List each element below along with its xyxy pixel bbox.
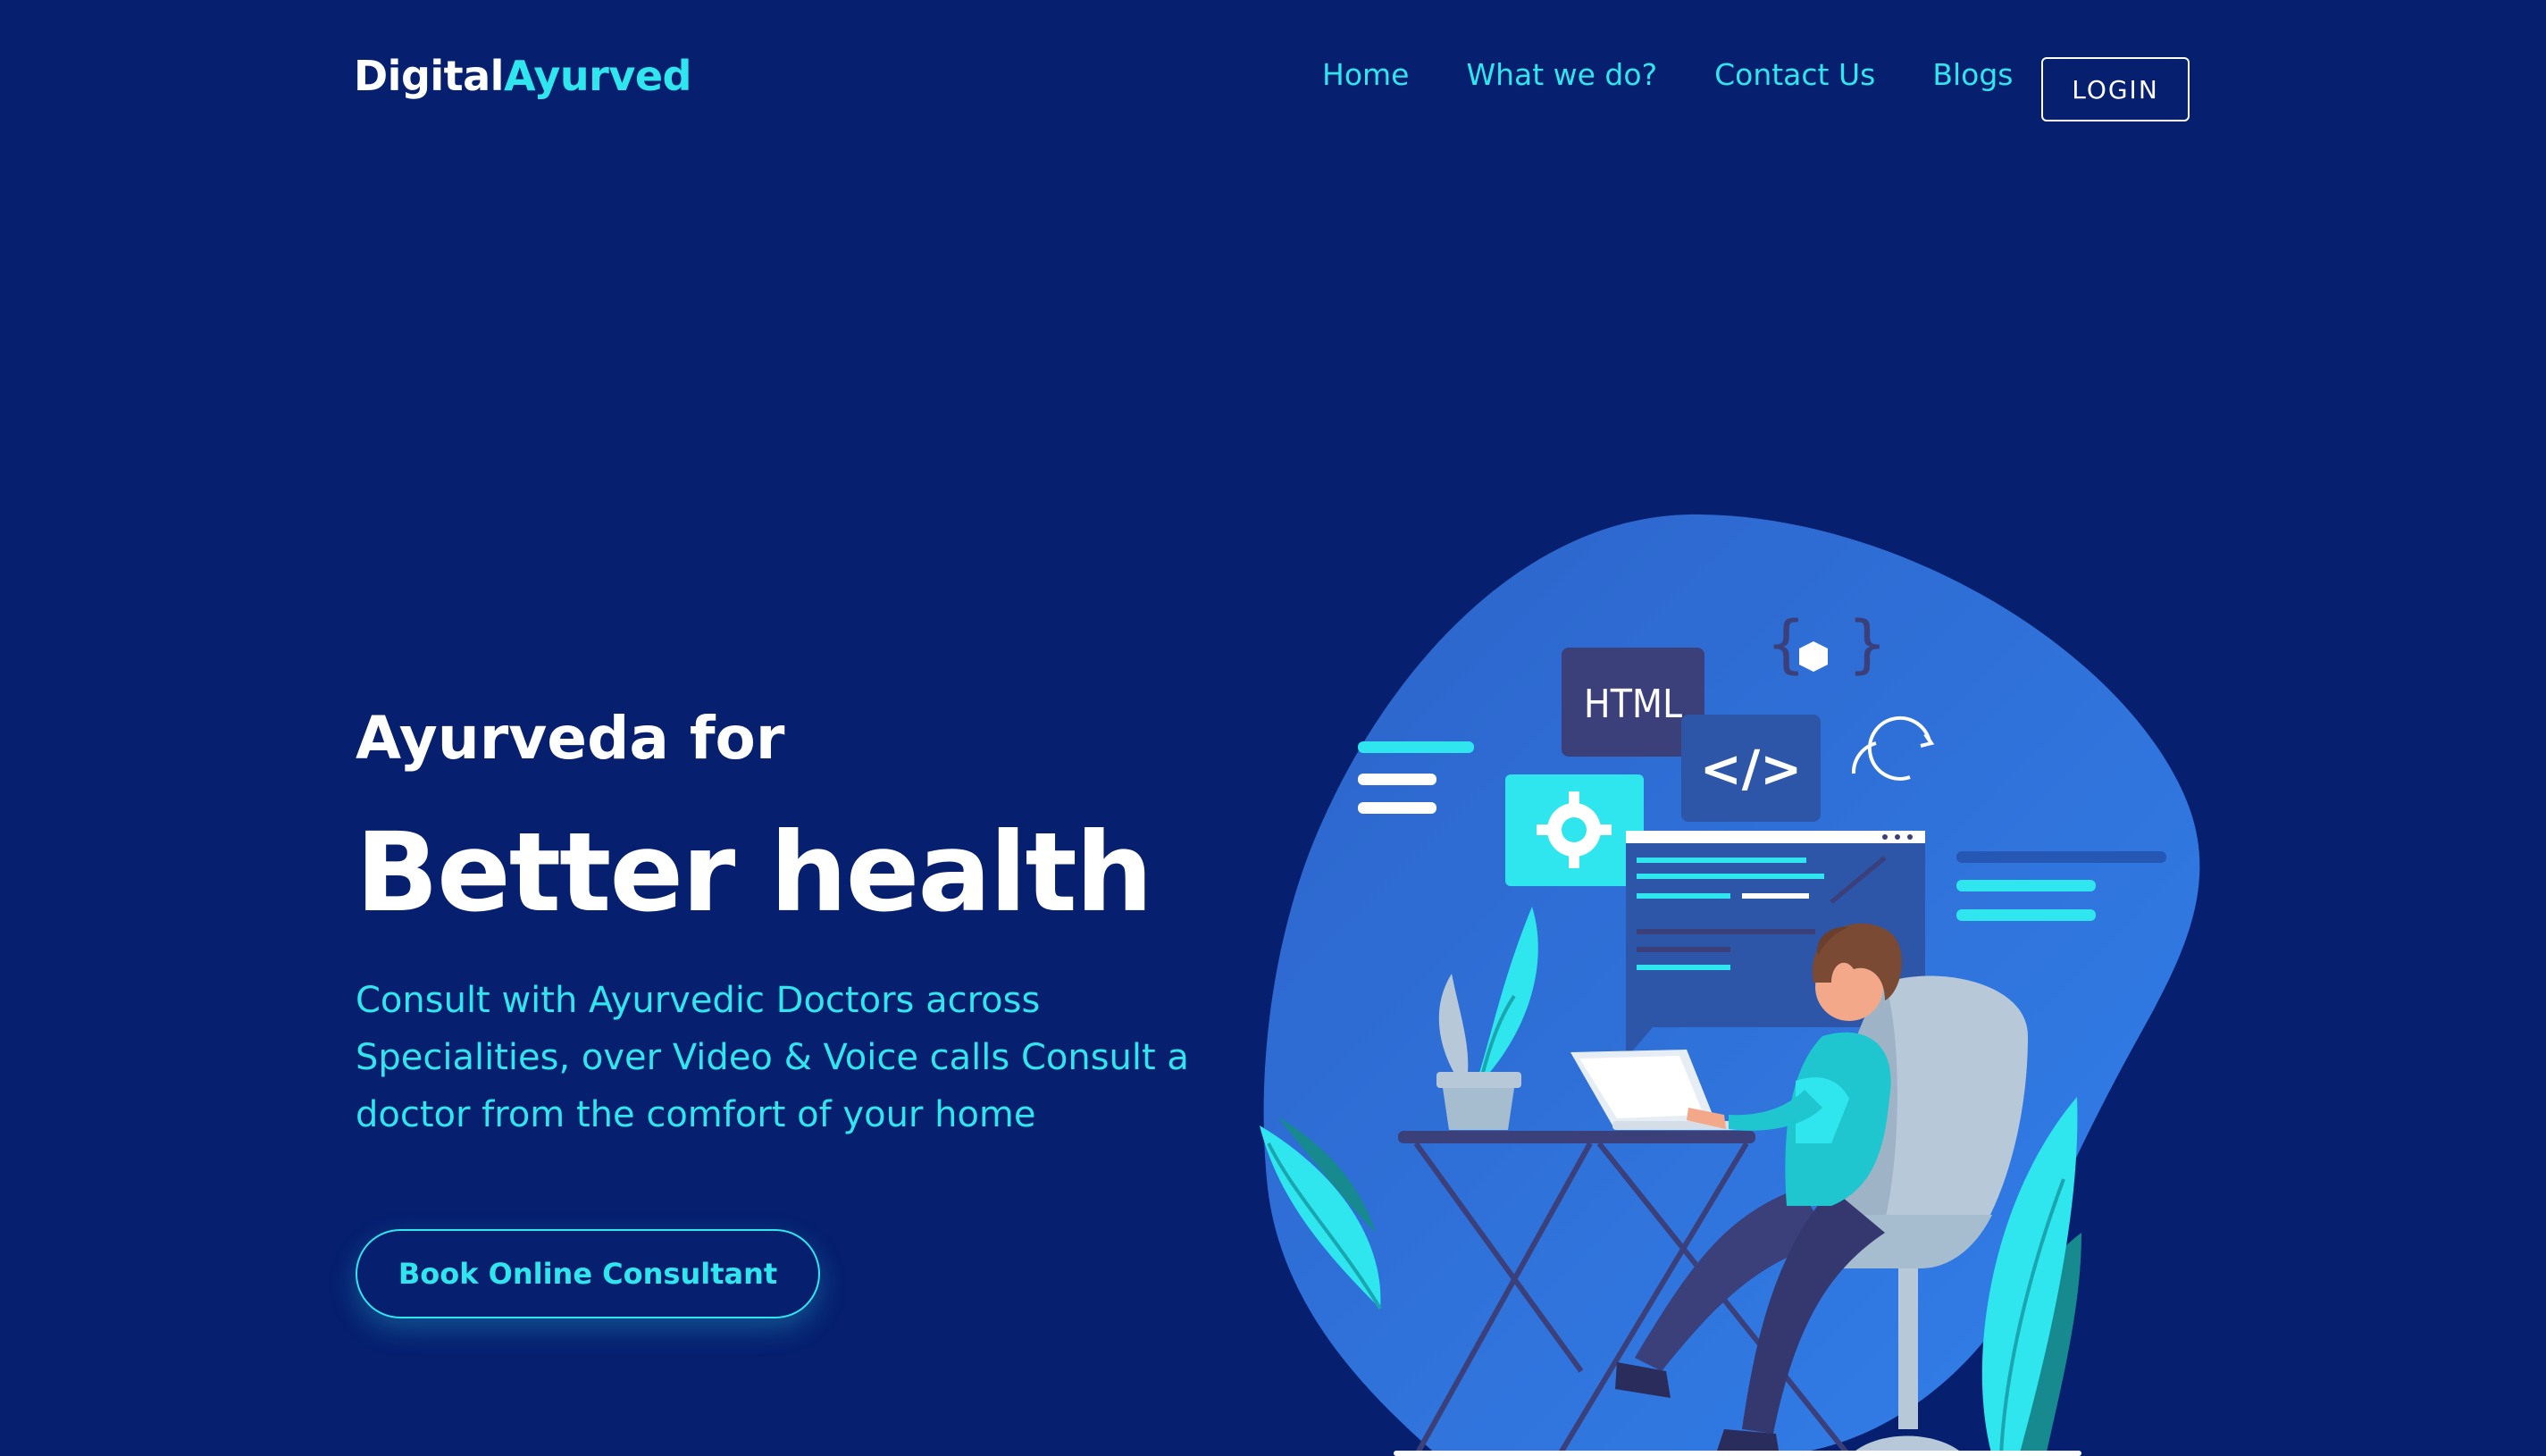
nav-what-we-do[interactable]: What we do? [1466, 57, 1657, 92]
nav-home[interactable]: Home [1322, 57, 1409, 92]
hero-description: Consult with Ayurvedic Doctors across Sp… [356, 980, 1189, 1135]
main-nav: Home What we do? Contact Us Blogs [1322, 57, 2048, 92]
brand-part2: Ayurved [503, 52, 692, 100]
svg-text:{: { [1766, 607, 1806, 681]
svg-text:}: } [1847, 607, 1888, 681]
nav-contact-us[interactable]: Contact Us [1714, 57, 1875, 92]
hero-illustration: HTML </> { } [1260, 500, 2207, 1456]
brand-part1: Digital [354, 52, 504, 100]
book-consultant-button[interactable]: Book Online Consultant [356, 1229, 820, 1318]
bottom-bar [1394, 1451, 2081, 1456]
landing-page: DigitalAyurved Home What we do? Contact … [0, 0, 2546, 1456]
nav-blogs[interactable]: Blogs [1932, 57, 2013, 92]
login-button[interactable]: LOGIN [2041, 57, 2190, 121]
hero-title: Better health [356, 809, 1153, 936]
code-icon: </> [1681, 715, 1821, 822]
svg-text:</>: </> [1700, 741, 1802, 799]
hero-subtitle: Ayurveda for [356, 704, 785, 773]
gear-icon [1505, 774, 1644, 886]
brand-logo[interactable]: DigitalAyurved [354, 52, 691, 100]
svg-text:HTML: HTML [1584, 682, 1682, 727]
